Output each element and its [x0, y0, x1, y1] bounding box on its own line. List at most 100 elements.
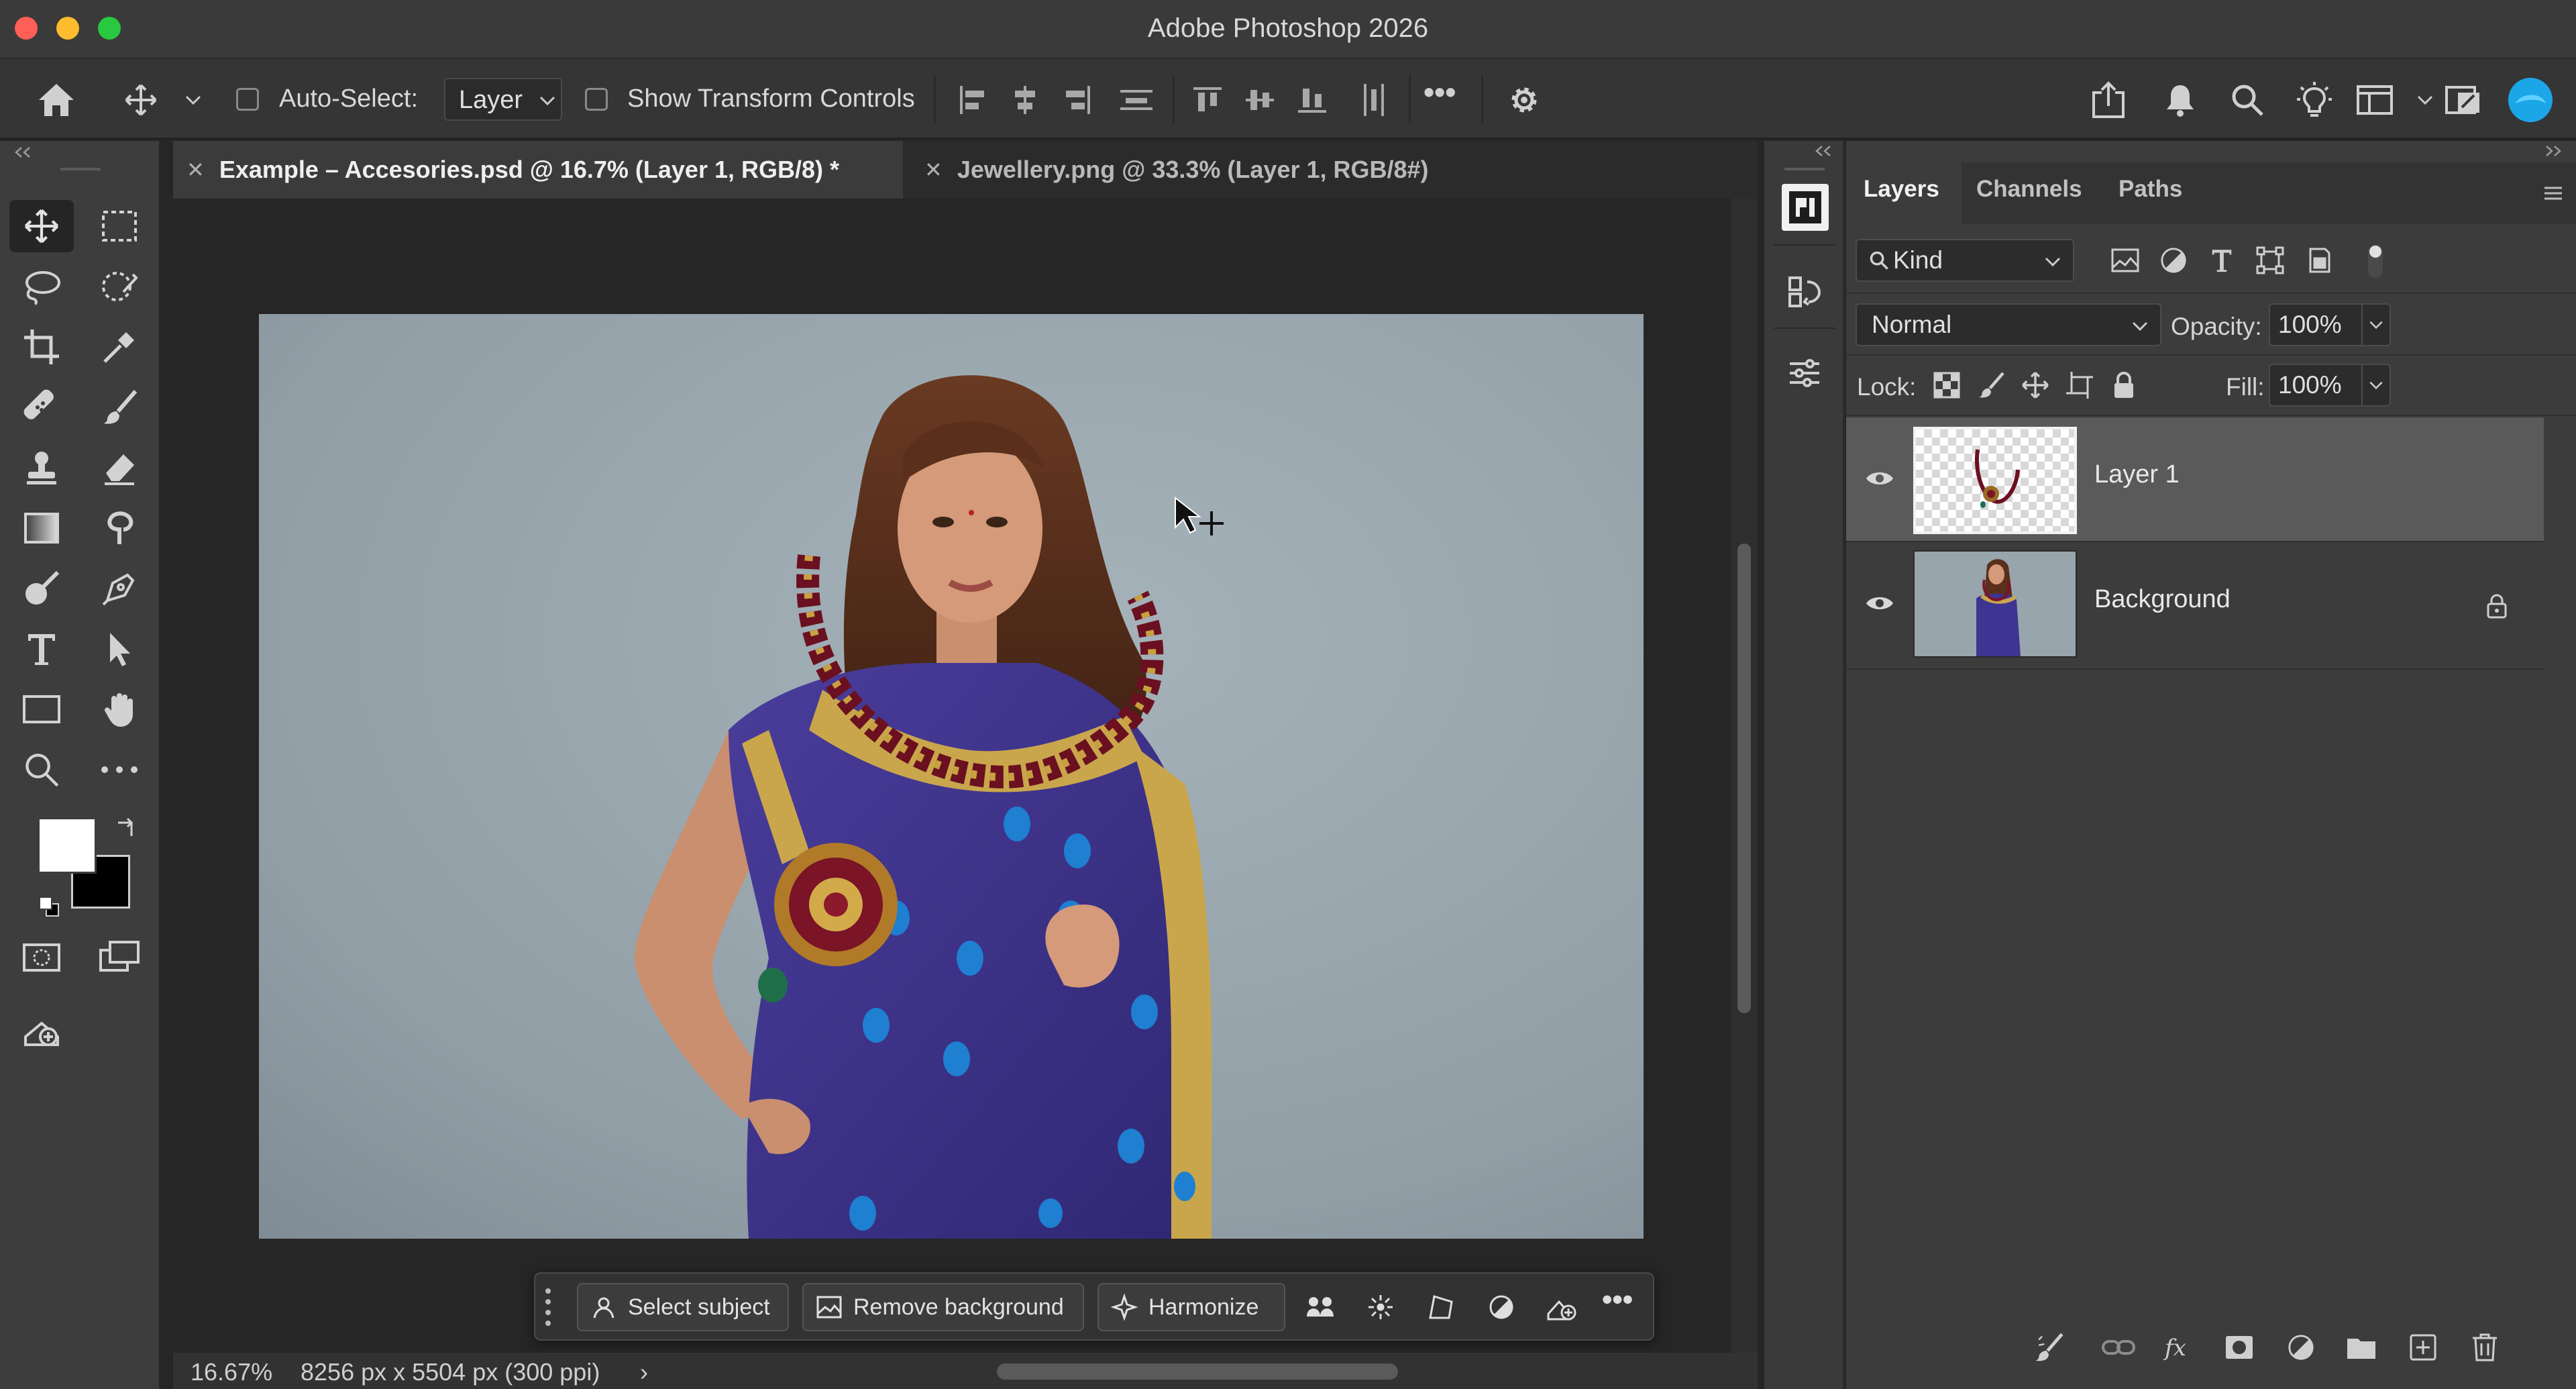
share-icon[interactable]	[2085, 79, 2132, 121]
lock-all-icon[interactable]	[2104, 365, 2144, 405]
lock-transparent-pixels-icon[interactable]	[1927, 365, 1967, 405]
transform-icon[interactable]	[1422, 1288, 1460, 1326]
crop-tool[interactable]	[9, 321, 74, 373]
new-fill-adjustment-layer-icon[interactable]	[2281, 1327, 2321, 1368]
adjustment-icon[interactable]	[1483, 1288, 1520, 1326]
search-icon[interactable]	[2226, 79, 2269, 121]
expand-panels-icon[interactable]	[1813, 145, 1833, 157]
type-tool[interactable]	[9, 623, 74, 675]
home-icon[interactable]	[32, 79, 80, 121]
visibility-eye-icon[interactable]	[1865, 593, 1894, 613]
distribute-horizontal-icon[interactable]	[1354, 79, 1394, 121]
bell-icon[interactable]	[2160, 79, 2200, 121]
gear-icon[interactable]	[1503, 79, 1546, 121]
rectangular-marquee-tool[interactable]	[87, 200, 152, 252]
layer-thumbnail[interactable]	[1913, 427, 2077, 534]
harmonize-button[interactable]: Harmonize	[1097, 1283, 1285, 1331]
filter-kind-dropdown[interactable]: Kind	[1856, 239, 2074, 282]
more-tools-button[interactable]	[87, 743, 152, 796]
more-actions-button[interactable]: •••	[1602, 1283, 1633, 1317]
pen-tool[interactable]	[87, 562, 152, 615]
fill-slider-toggle[interactable]	[2361, 364, 2391, 407]
layer-style-fx-icon[interactable]: fx	[2159, 1327, 2199, 1368]
adjustments-panel-icon[interactable]	[1784, 353, 1825, 393]
quick-mask-mode-button[interactable]	[9, 931, 74, 984]
screen-mode-icon[interactable]	[2442, 79, 2485, 121]
new-group-folder-icon[interactable]	[2341, 1327, 2381, 1368]
layer-name[interactable]: Layer 1	[2094, 460, 2180, 489]
new-layer-icon[interactable]	[2403, 1327, 2443, 1368]
zoom-level[interactable]: 16.67%	[191, 1358, 272, 1386]
status-menu-arrow[interactable]: ›	[640, 1358, 648, 1386]
filter-toggle-switch[interactable]	[2368, 244, 2383, 278]
tab-jewellery[interactable]: ✕ Jewellery.png @ 33.3% (Layer 1, RGB/8#…	[911, 141, 1582, 199]
vertical-scrollbar[interactable]	[1731, 199, 1758, 1353]
path-selection-tool[interactable]	[87, 623, 152, 675]
edit-toolbar-button[interactable]	[9, 1002, 74, 1055]
collapse-panel-icon[interactable]	[2544, 145, 2564, 157]
gradient-tool[interactable]	[9, 502, 74, 554]
lock-image-pixels-icon[interactable]	[1971, 365, 2011, 405]
link-layers-icon[interactable]	[2098, 1327, 2139, 1368]
link-layers-icon-brush[interactable]	[2029, 1327, 2069, 1368]
spot-healing-brush-tool[interactable]	[9, 381, 74, 433]
tab-example-accesories[interactable]: ✕ Example – Accesories.psd @ 16.7% (Laye…	[173, 141, 903, 199]
panel-menu-icon[interactable]	[2540, 180, 2567, 207]
document-canvas[interactable]	[259, 314, 1644, 1239]
chevron-down-icon[interactable]	[180, 79, 207, 121]
chevron-down-icon[interactable]	[2415, 79, 2435, 121]
close-tab-icon[interactable]: ✕	[924, 157, 943, 183]
filter-adjustment-layers-icon[interactable]	[2153, 240, 2194, 280]
distribute-vertical-icon[interactable]	[1116, 79, 1157, 121]
brush-tool[interactable]	[87, 381, 152, 433]
collapse-panel-icon[interactable]	[12, 146, 32, 158]
properties-panel-icon[interactable]	[1782, 184, 1829, 231]
enhance-icon[interactable]	[1362, 1288, 1399, 1326]
lock-position-icon[interactable]	[2015, 365, 2055, 405]
filter-pixel-layers-icon[interactable]	[2105, 240, 2145, 280]
auto-select-checkbox[interactable]	[236, 88, 259, 111]
more-options-button[interactable]: •••	[1424, 74, 1456, 110]
dodge-tool[interactable]	[9, 562, 74, 615]
foreground-color-swatch[interactable]	[38, 817, 97, 874]
default-colors-icon[interactable]	[38, 895, 60, 918]
align-left-icon[interactable]	[953, 79, 993, 121]
toolbar-grip[interactable]	[60, 168, 101, 170]
eraser-tool[interactable]	[87, 442, 152, 494]
layers-scrollbar[interactable]	[2544, 417, 2576, 1389]
filter-shape-layers-icon[interactable]	[2250, 240, 2290, 280]
workspace-layout-icon[interactable]	[2353, 79, 2396, 121]
zoom-tool[interactable]	[9, 743, 74, 796]
lock-artboard-icon[interactable]	[2059, 365, 2100, 405]
tab-layers[interactable]: Layers	[1864, 176, 1939, 203]
align-vertical-center-icon[interactable]	[1240, 79, 1280, 121]
filter-type-layers-icon[interactable]	[2202, 240, 2242, 280]
layer-thumbnail[interactable]	[1913, 550, 2077, 658]
delete-layer-trash-icon[interactable]	[2465, 1327, 2505, 1368]
align-horizontal-center-icon[interactable]	[1005, 79, 1045, 121]
lightbulb-icon[interactable]	[2293, 79, 2336, 121]
screen-mode-button[interactable]	[87, 931, 152, 984]
opacity-field[interactable]: 100%	[2269, 303, 2363, 346]
eyedropper-tool[interactable]	[87, 321, 152, 373]
layer-row-background[interactable]: Background	[1846, 544, 2544, 667]
lasso-tool[interactable]	[9, 260, 74, 313]
cloud-account-icon[interactable]	[2506, 78, 2555, 122]
lock-icon[interactable]	[2486, 593, 2508, 619]
move-tool-preset-icon[interactable]	[119, 79, 162, 121]
auto-select-target-dropdown[interactable]: Layer	[444, 78, 562, 121]
align-right-icon[interactable]	[1057, 79, 1097, 121]
object-selection-tool[interactable]	[87, 260, 152, 313]
history-panel-icon[interactable]	[1784, 271, 1825, 311]
filter-smart-objects-icon[interactable]	[2298, 240, 2339, 280]
vertical-scrollbar-thumb[interactable]	[1737, 544, 1751, 1013]
dock-grip[interactable]	[1784, 168, 1825, 170]
remove-background-button[interactable]: Remove background	[802, 1283, 1084, 1331]
horizontal-scrollbar-thumb[interactable]	[997, 1364, 1398, 1380]
tab-channels[interactable]: Channels	[1976, 176, 2082, 203]
add-layer-mask-icon[interactable]	[2219, 1327, 2259, 1368]
show-transform-controls-checkbox[interactable]	[585, 88, 608, 111]
opacity-slider-toggle[interactable]	[2361, 303, 2391, 346]
blend-mode-dropdown[interactable]: Normal	[1856, 303, 2161, 346]
close-tab-icon[interactable]: ✕	[186, 157, 205, 183]
